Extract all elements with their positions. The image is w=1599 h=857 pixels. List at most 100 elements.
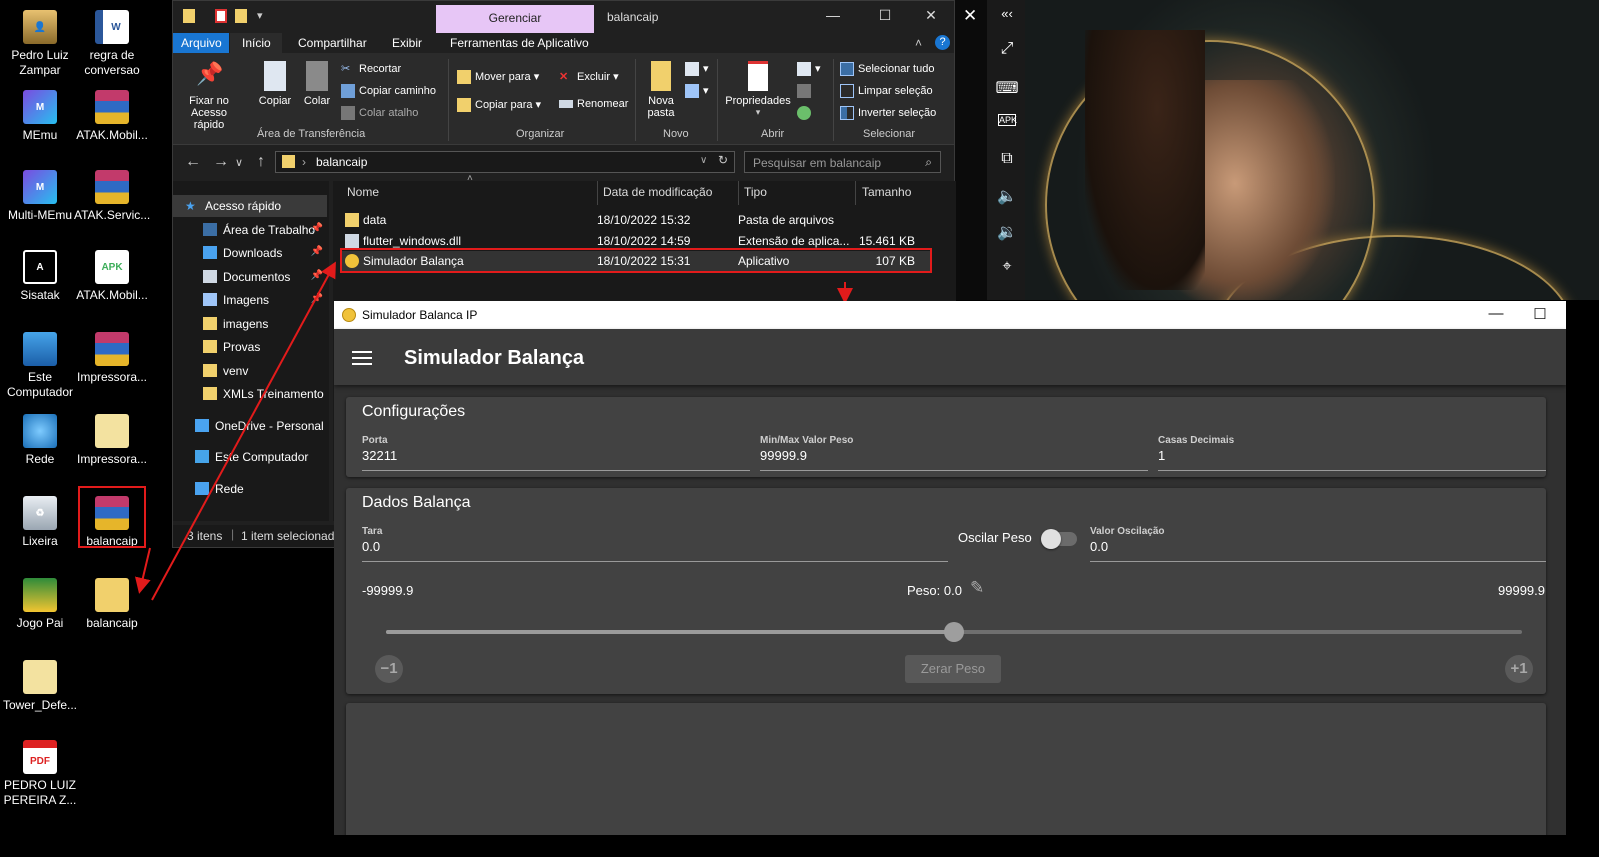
weight-slider[interactable] — [386, 622, 1522, 642]
oscillation-value-field[interactable]: Valor Oscilação 0.0 — [1090, 526, 1546, 562]
slider-thumb[interactable] — [944, 622, 964, 642]
decimals-field[interactable]: Casas Decimais 1 — [1158, 435, 1546, 471]
nav-item[interactable]: Este Computador — [173, 446, 327, 468]
desktop-shortcut[interactable]: ATAK.Servic... — [74, 170, 150, 223]
nav-item[interactable]: Provas — [173, 336, 327, 358]
nav-item[interactable]: Área de Trabalho 📌 — [173, 219, 327, 241]
nav-item[interactable]: Rede — [173, 478, 327, 500]
properties-quick-icon[interactable] — [215, 9, 227, 23]
easy-access-button[interactable]: ▾ — [685, 84, 709, 99]
help-icon[interactable]: ? — [935, 35, 950, 50]
maximize-icon[interactable]: ☐ — [1530, 305, 1550, 323]
new-item-button[interactable]: ▾ — [685, 62, 709, 77]
maximize-icon[interactable]: ☐ — [875, 7, 895, 24]
history-button[interactable] — [797, 106, 815, 120]
new-folder-button[interactable]: Nova pasta — [643, 61, 679, 119]
desktop-shortcut[interactable]: Impressora... — [74, 414, 150, 467]
tare-field[interactable]: Tara 0.0 — [362, 526, 948, 562]
column-tamanho[interactable]: Tamanho — [862, 185, 911, 199]
desktop-shortcut[interactable]: balancaip — [74, 578, 150, 631]
location-icon[interactable]: ⌖ — [992, 258, 1022, 276]
decimals-value[interactable]: 1 — [1158, 448, 1165, 463]
minimize-icon[interactable]: — — [823, 7, 843, 23]
minus-one-button[interactable]: −1 — [375, 655, 403, 683]
menu-icon[interactable] — [352, 351, 372, 369]
address-bar[interactable]: › balancaip ∨ ↻ — [275, 151, 735, 173]
tab-exibir[interactable]: Exibir — [392, 36, 422, 50]
desktop-shortcut[interactable]: ♻ Lixeira — [2, 496, 78, 549]
column-tipo[interactable]: Tipo — [744, 185, 767, 199]
refresh-icon[interactable]: ↻ — [718, 153, 728, 167]
paste-shortcut-button[interactable]: Colar atalho — [341, 106, 418, 120]
port-value[interactable]: 32211 — [362, 448, 397, 463]
zero-weight-button[interactable]: Zerar Peso — [905, 655, 1001, 683]
file-row[interactable]: data 18/10/2022 15:32 Pasta de arquivos — [341, 210, 931, 230]
desktop-shortcut[interactable]: M MEmu — [2, 90, 78, 143]
desktop-shortcut[interactable]: Impressora... — [74, 332, 150, 385]
paste-button[interactable]: Colar — [298, 61, 336, 107]
oscillate-toggle[interactable] — [1041, 529, 1077, 549]
desktop-shortcut[interactable]: M Multi-MEmu — [2, 170, 78, 223]
cut-button[interactable]: ✂ Recortar — [341, 62, 401, 76]
desktop-shortcut[interactable]: ATAK.Mobil... — [74, 90, 150, 143]
keyboard-icon[interactable]: ⌨ — [992, 78, 1022, 98]
copy-button[interactable]: Copiar — [255, 61, 295, 107]
desktop-shortcut[interactable]: Wregra de conversao — [74, 10, 150, 78]
search-input[interactable]: Pesquisar em balancaip ⌕ — [744, 151, 941, 173]
clear-selection-button[interactable]: Limpar seleção — [840, 84, 933, 98]
up-arrow-icon[interactable]: ↑ — [257, 153, 265, 171]
recent-chevron-icon[interactable]: ∨ — [235, 156, 243, 169]
collapse-icon[interactable]: «‹ — [992, 6, 1022, 21]
desktop-shortcut[interactable]: PDF PEDRO LUIZ PEREIRA Z... — [2, 740, 78, 808]
desktop-shortcut[interactable]: Tower_Defe... — [2, 660, 78, 713]
desktop-shortcut[interactable]: A Sisatak — [2, 250, 78, 303]
tab-ferramentas[interactable]: Ferramentas de Aplicativo — [450, 36, 589, 50]
edit-pencil-icon[interactable]: ✎ — [970, 578, 984, 598]
delete-button[interactable]: ✕ Excluir ▾ — [559, 70, 619, 84]
close-icon[interactable]: ✕ — [963, 6, 977, 26]
back-arrow-icon[interactable]: ← — [185, 153, 201, 171]
breadcrumb[interactable]: balancaip — [316, 155, 367, 169]
desktop-shortcut[interactable]: 👤 Pedro Luiz Zampar — [2, 10, 78, 78]
nav-item[interactable]: XMLs Treinamento — [173, 383, 327, 405]
tab-gerenciar[interactable]: Gerenciar — [436, 5, 594, 33]
move-to-button[interactable]: Mover para ▾ — [457, 70, 539, 85]
customize-quick-access-icon[interactable]: ▾ — [257, 9, 263, 22]
nav-item[interactable]: Documentos 📌 — [173, 266, 327, 288]
edit-button[interactable] — [797, 84, 815, 98]
nav-item[interactable]: ★ Acesso rápido — [173, 195, 327, 217]
oscillation-value[interactable]: 0.0 — [1090, 539, 1108, 554]
fullscreen-icon[interactable]: ⤢ — [992, 40, 1022, 58]
column-nome[interactable]: Nome — [347, 185, 379, 199]
close-icon[interactable]: ✕ — [921, 7, 941, 24]
tab-compartilhar[interactable]: Compartilhar — [298, 36, 367, 50]
forward-arrow-icon[interactable]: → — [213, 153, 229, 171]
pin-button[interactable]: 📌 Fixar no Acesso rápido — [177, 61, 241, 131]
nav-item[interactable]: Downloads 📌 — [173, 242, 327, 264]
chevron-up-icon[interactable]: ˄ — [915, 36, 922, 50]
desktop-shortcut[interactable]: Rede — [2, 414, 78, 467]
volume-up-icon[interactable]: 🔈 — [992, 186, 1022, 206]
plus-one-button[interactable]: +1 — [1505, 655, 1533, 683]
port-field[interactable]: Porta 32211 — [362, 435, 750, 471]
volume-down-icon[interactable]: 🔉 — [992, 222, 1022, 242]
chevron-down-icon[interactable]: ∨ — [700, 155, 707, 166]
apk-icon[interactable]: APK — [998, 114, 1017, 126]
nav-item[interactable]: venv — [173, 360, 327, 382]
nav-item[interactable]: Imagens 📌 — [173, 289, 327, 311]
desktop-shortcut[interactable]: APK ATAK.Mobil... — [74, 250, 150, 303]
minmax-field[interactable]: Min/Max Valor Peso 99999.9 — [760, 435, 1148, 471]
nav-item[interactable]: OneDrive - Personal — [173, 415, 327, 437]
column-data[interactable]: Data de modificação — [603, 185, 712, 199]
minimize-icon[interactable]: — — [1486, 305, 1506, 322]
rename-button[interactable]: Renomear — [559, 98, 628, 110]
desktop-shortcut[interactable]: Este Computador — [2, 332, 78, 400]
multi-window-icon[interactable]: ⧉ — [992, 150, 1022, 168]
nav-item[interactable]: imagens — [173, 313, 327, 335]
tab-inicio[interactable]: Início — [242, 36, 271, 50]
tare-value[interactable]: 0.0 — [362, 539, 380, 554]
copy-path-button[interactable]: Copiar caminho — [341, 84, 436, 98]
select-all-button[interactable]: Selecionar tudo — [840, 62, 934, 76]
tab-arquivo[interactable]: Arquivo — [181, 36, 222, 50]
new-folder-quick-icon[interactable] — [235, 9, 247, 23]
